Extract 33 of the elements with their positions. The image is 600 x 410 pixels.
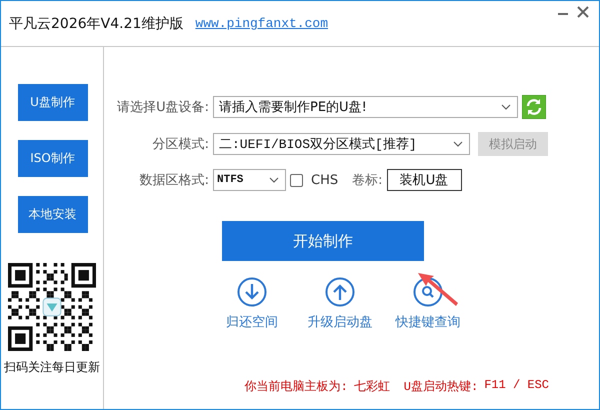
status-label: 你当前电脑主板为: <box>244 378 348 395</box>
field-label: 请选择U盘设备: <box>116 99 209 116</box>
status-value: 七彩虹 <box>354 379 390 395</box>
search-icon <box>413 277 443 307</box>
refresh-icon[interactable] <box>522 95 546 119</box>
sidebar-button[interactable]: U盘制作 <box>18 84 88 121</box>
qr-caption: 扫码关注每日更新 <box>4 359 100 376</box>
action-button[interactable]: 升级启动盘 <box>296 277 384 331</box>
caret-icon <box>453 141 463 147</box>
caret-icon <box>269 177 279 183</box>
status-value: F11 / ESC <box>484 378 549 394</box>
window-title: 平凡云2026年V4.21维护版 <box>9 14 184 32</box>
action-button[interactable]: 快捷键查询 <box>384 277 472 331</box>
website-link[interactable]: www.pingfanxt.com <box>195 16 328 31</box>
device-dropdown[interactable]: 请插入需要制作PE的U盘! <box>213 96 518 118</box>
partition-dropdown[interactable]: 二:UEFI/BIOS双分区模式[推荐] <box>213 133 470 155</box>
start-button[interactable]: 开始制作 <box>222 221 424 261</box>
close-icon[interactable] <box>577 5 589 19</box>
pointer-arrow <box>416 271 460 307</box>
volume-field[interactable]: 装机U盘 <box>386 169 462 191</box>
download-icon <box>237 277 267 307</box>
field-label: 分区模式: <box>152 136 209 153</box>
caret-icon <box>501 104 511 110</box>
field-label: 数据区格式: <box>138 172 209 189</box>
format-dropdown[interactable]: NTFS <box>213 169 286 191</box>
upload-icon <box>325 277 355 307</box>
field-label: 卷标: <box>352 172 382 189</box>
status-label: U盘启动热键: <box>404 379 478 395</box>
chs-checkbox[interactable] <box>290 174 303 186</box>
action-button[interactable]: 归还空间 <box>208 277 296 331</box>
sidebar-button[interactable]: ISO制作 <box>18 140 88 177</box>
sidebar-button[interactable]: 本地安装 <box>18 196 88 233</box>
checkbox-label: CHS <box>311 172 338 188</box>
